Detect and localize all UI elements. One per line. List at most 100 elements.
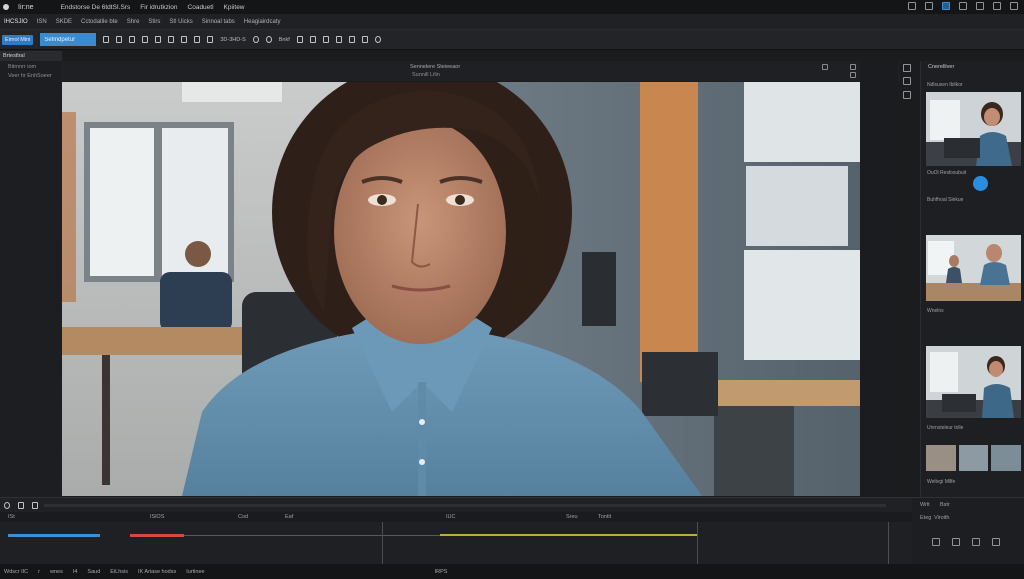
- panel-item[interactable]: Bitmnrr iom: [8, 64, 36, 70]
- status-item: I4: [72, 569, 78, 575]
- title-menu-item[interactable]: Fir idrutkzion: [140, 4, 177, 11]
- playhead-marker[interactable]: [382, 522, 383, 564]
- clip-blue[interactable]: [8, 534, 100, 537]
- settings-icon[interactable]: [976, 2, 984, 10]
- settings-icon[interactable]: [850, 72, 856, 78]
- preview-label: Unrnsteleur tolle: [927, 425, 964, 431]
- menu-item[interactable]: ISN: [37, 19, 47, 25]
- search-input[interactable]: [40, 33, 97, 46]
- timeline-ruler[interactable]: ISt ISlOS Cod Eaf IUC Sreu Tontit: [0, 512, 912, 522]
- text-icon[interactable]: [116, 36, 123, 43]
- cloud-icon[interactable]: [942, 2, 950, 10]
- strip-thumbnail[interactable]: [991, 445, 1022, 471]
- video-track[interactable]: [0, 522, 912, 564]
- ruler-label: Eaf: [285, 514, 294, 520]
- brush-icon[interactable]: [155, 36, 162, 43]
- cut-icon[interactable]: [296, 36, 303, 43]
- clip-yellow[interactable]: [440, 534, 698, 536]
- strip-thumbnail[interactable]: [958, 445, 989, 471]
- status-item: r: [38, 569, 40, 575]
- cast-icon[interactable]: [908, 2, 916, 10]
- menu-item[interactable]: Stl Uicks: [169, 19, 192, 25]
- video-frame: [62, 82, 860, 496]
- viewer-subtitle: Sunnill Lilin: [412, 72, 440, 78]
- mode-button[interactable]: Eimol Mini: [2, 34, 34, 45]
- status-item: IRPS: [434, 569, 448, 575]
- side-label[interactable]: Bstr: [940, 502, 950, 508]
- title-menu-item[interactable]: Coaduetl: [188, 4, 214, 11]
- pen-icon[interactable]: [129, 36, 136, 43]
- razor-icon[interactable]: [18, 501, 24, 509]
- render-icon[interactable]: [374, 36, 381, 43]
- mute-icon[interactable]: [932, 538, 940, 546]
- menu-item[interactable]: Stirs: [148, 19, 160, 25]
- title-menu-item[interactable]: Endstorse De 6tdtSI.Srs: [61, 4, 131, 11]
- bold-icon[interactable]: [181, 36, 188, 43]
- preview-panel: Cnerelliver Ndlsusen Ibilkor OuOl Reslos…: [903, 61, 1024, 497]
- audio-icon[interactable]: [322, 36, 329, 43]
- grid-icon[interactable]: [850, 64, 856, 70]
- menu-item[interactable]: IHCSJIO: [4, 19, 28, 25]
- status-item: Iurtinee: [186, 569, 205, 575]
- user-icon[interactable]: [959, 2, 967, 10]
- fullscreen-icon[interactable]: [822, 64, 828, 70]
- preview-thumbnail[interactable]: [926, 92, 1021, 166]
- menu-item[interactable]: Shre: [127, 19, 140, 25]
- arrow-icon[interactable]: [168, 36, 175, 43]
- ruler-label: Tontit: [598, 514, 612, 520]
- camera-icon[interactable]: [103, 36, 110, 43]
- preview-label: Ndlsusen Ibilkor: [927, 82, 963, 88]
- timeline-side-panel: Wrlt Bstr Eteg Viroith: [912, 498, 1024, 564]
- menu-item[interactable]: Sinnoal tabs: [202, 19, 235, 25]
- menu-item[interactable]: SKDE: [56, 19, 72, 25]
- panel-menu-icon[interactable]: [903, 64, 911, 72]
- app-title: Iir:ne: [18, 3, 34, 11]
- color-icon[interactable]: [252, 36, 259, 43]
- link-icon[interactable]: [309, 36, 316, 43]
- toolbar: Eimol Mini 3D-3HD-S Bnkf: [0, 30, 1024, 50]
- side-label[interactable]: Viroith: [934, 515, 950, 521]
- status-item: IK Ariase hodss: [138, 569, 177, 575]
- timeline-panel: ISt ISlOS Cod Eaf IUC Sreu Tontit Wrlt B…: [0, 497, 1024, 579]
- snap-icon[interactable]: [32, 501, 38, 509]
- redo-icon[interactable]: [207, 36, 214, 43]
- title-menu: Endstorse De 6tdtSI.Srs Fir idrutkzion C…: [61, 4, 245, 11]
- panel-tab[interactable]: Brtestlral: [0, 51, 62, 61]
- crop-icon[interactable]: [142, 36, 149, 43]
- close-icon[interactable]: [1010, 2, 1018, 10]
- eye-icon[interactable]: [972, 538, 980, 546]
- playback-progress[interactable]: [44, 504, 886, 507]
- ruler-label: Sreu: [566, 514, 578, 520]
- list-icon[interactable]: [335, 36, 342, 43]
- status-item: Saud: [87, 569, 101, 575]
- ruler-label: Cod: [238, 514, 249, 520]
- side-label[interactable]: Wrlt: [920, 502, 930, 508]
- title-menu-item[interactable]: Kpiitew: [224, 4, 245, 11]
- minimize-icon[interactable]: [993, 2, 1001, 10]
- play-icon[interactable]: [4, 501, 10, 509]
- toolbar-label: Bnkf: [278, 36, 290, 43]
- clip-red[interactable]: [130, 534, 184, 537]
- lock-icon[interactable]: [952, 538, 960, 546]
- video-viewer[interactable]: [62, 82, 860, 496]
- share-icon[interactable]: [925, 2, 933, 10]
- flag-icon[interactable]: [361, 36, 368, 43]
- record-icon[interactable]: [903, 91, 911, 99]
- menu-item[interactable]: Heagiairdcaty: [244, 19, 281, 25]
- play-button[interactable]: [973, 176, 988, 191]
- side-label[interactable]: Eteg: [920, 515, 931, 521]
- menu-item[interactable]: Cctodatile bte: [81, 19, 118, 25]
- panel-layout-icon[interactable]: [903, 77, 911, 85]
- out-marker[interactable]: [697, 522, 698, 564]
- end-marker[interactable]: [888, 522, 889, 564]
- export-icon[interactable]: [348, 36, 355, 43]
- preview-thumbnail[interactable]: [926, 346, 1021, 418]
- undo-icon[interactable]: [194, 36, 201, 43]
- preview-thumbnail[interactable]: [926, 235, 1021, 301]
- strip-thumbnail[interactable]: [926, 445, 956, 471]
- thumbnail-strip: [926, 445, 1022, 471]
- solo-icon[interactable]: [992, 538, 1000, 546]
- effect-icon[interactable]: [265, 36, 272, 43]
- viewer-header: Sennelere Steieeaor Sunnill Lilin: [62, 61, 900, 81]
- panel-item[interactable]: Veer hr EnhSoeer: [8, 73, 52, 79]
